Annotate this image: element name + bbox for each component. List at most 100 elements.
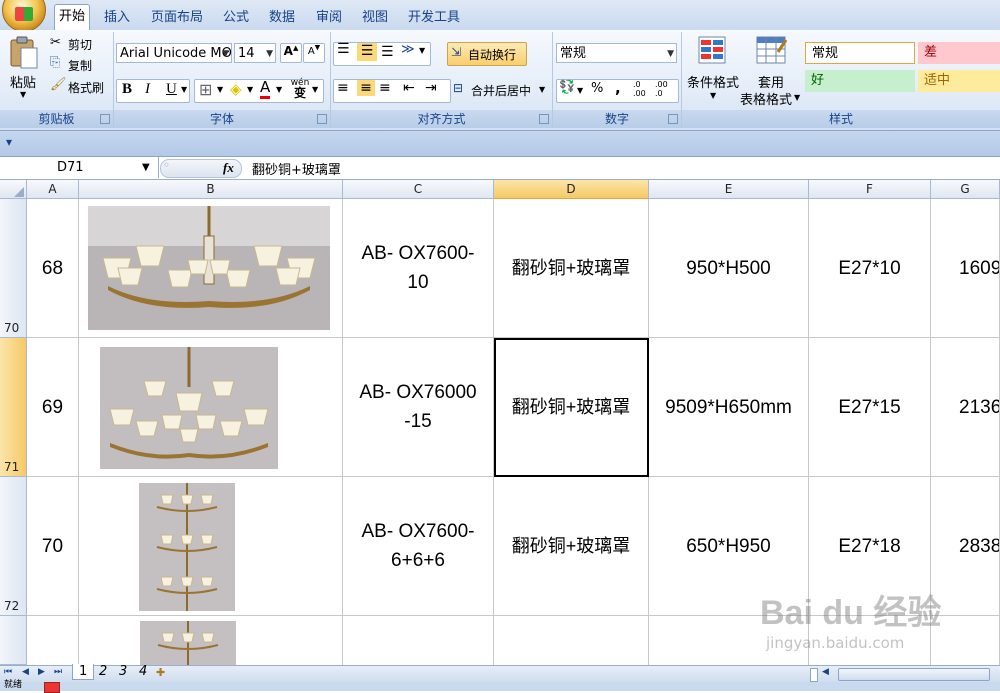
column-header-g[interactable]: G: [931, 180, 1000, 199]
comma-button[interactable]: ,: [615, 79, 621, 97]
cell-e70[interactable]: 950*H500: [649, 199, 809, 338]
tab-formulas[interactable]: 公式: [219, 6, 253, 30]
cell-b72[interactable]: [79, 477, 343, 616]
style-normal[interactable]: 常规: [805, 42, 915, 64]
cell-g70[interactable]: 1609: [931, 199, 1000, 338]
tab-home[interactable]: 开始: [54, 4, 91, 32]
office-button[interactable]: [2, 0, 46, 32]
currency-icon[interactable]: 💱: [559, 80, 575, 95]
number-format-select[interactable]: 常规 ▼: [556, 43, 677, 63]
cell-b73[interactable]: [79, 616, 343, 665]
prev-sheet-icon[interactable]: ◀: [22, 667, 29, 677]
orientation-icon[interactable]: ≫: [401, 42, 415, 57]
decrease-decimal-button[interactable]: .00 .0: [655, 80, 675, 98]
align-center-icon[interactable]: ≡: [357, 80, 375, 96]
font-name-select[interactable]: Arial Unicode MΘ ▼: [116, 43, 232, 63]
row-header-72[interactable]: 72: [0, 477, 27, 616]
first-sheet-icon[interactable]: ⏮: [4, 667, 12, 677]
insert-function-icon[interactable]: fx: [223, 160, 234, 176]
cell-a73[interactable]: [27, 616, 79, 665]
font-size-select[interactable]: 14 ▼: [234, 43, 276, 63]
conditional-format-button[interactable]: 条件格式 ▼: [684, 34, 742, 104]
number-launcher-icon[interactable]: [668, 114, 678, 124]
cell-a71[interactable]: 69: [27, 338, 79, 477]
cell-d70[interactable]: 翻砂铜+玻璃罩: [494, 199, 649, 338]
wrap-text-button[interactable]: ⇲ 自动换行: [447, 42, 527, 66]
sheet-tab-3[interactable]: 3: [114, 664, 132, 679]
copy-button[interactable]: ⎘ 复制: [50, 55, 106, 74]
alignment-launcher-icon[interactable]: [539, 114, 549, 124]
cell-a70[interactable]: 68: [27, 199, 79, 338]
row-header-70[interactable]: 70: [0, 199, 27, 338]
cell-c71[interactable]: AB- OX76000 -15: [343, 338, 494, 477]
underline-button[interactable]: U: [166, 81, 177, 98]
cell-b71[interactable]: [79, 338, 343, 477]
font-launcher-icon[interactable]: [317, 114, 327, 124]
merge-center-button[interactable]: ⊟ 合并后居中 ▼: [451, 79, 547, 101]
row-header-73[interactable]: [0, 616, 27, 665]
cell-g73[interactable]: [931, 616, 1000, 665]
insert-sheet-icon[interactable]: ✚: [156, 666, 165, 679]
sheet-tab-4[interactable]: 4: [134, 664, 152, 679]
font-color-button[interactable]: A: [260, 79, 271, 99]
cell-c72[interactable]: AB- OX7600- 6+6+6: [343, 477, 494, 616]
percent-button[interactable]: %: [591, 81, 603, 96]
align-middle-icon[interactable]: ☰: [357, 43, 377, 61]
align-left-icon[interactable]: ≡: [337, 80, 349, 96]
column-header-b[interactable]: B: [79, 180, 343, 199]
column-header-a[interactable]: A: [27, 180, 79, 199]
tab-view[interactable]: 视图: [358, 6, 392, 30]
cell-d71-active[interactable]: 翻砂铜+玻璃罩: [494, 338, 649, 477]
row-header-71[interactable]: 71: [0, 338, 27, 477]
formula-input[interactable]: 翻砂铜+玻璃罩: [252, 159, 341, 178]
cell-f70[interactable]: E27*10: [809, 199, 931, 338]
cell-e71[interactable]: 9509*H650mm: [649, 338, 809, 477]
grow-font-button[interactable]: A▲: [280, 43, 302, 63]
cell-c73[interactable]: [343, 616, 494, 665]
column-header-d[interactable]: D: [494, 180, 649, 199]
cell-g71[interactable]: 2136: [931, 338, 1000, 477]
cell-c70[interactable]: AB- OX7600- 10: [343, 199, 494, 338]
cell-d73[interactable]: [494, 616, 649, 665]
sheet-tab-1[interactable]: 1: [72, 664, 95, 680]
cell-f71[interactable]: E27*15: [809, 338, 931, 477]
cell-a72[interactable]: 70: [27, 477, 79, 616]
expand-icon[interactable]: ◦: [163, 158, 170, 172]
increase-indent-icon[interactable]: ⇥: [425, 80, 437, 96]
phonetic-guide-button[interactable]: wén 变: [289, 78, 311, 100]
increase-decimal-button[interactable]: .0 .00: [633, 80, 653, 98]
italic-button[interactable]: I: [145, 81, 150, 98]
cell-d72[interactable]: 翻砂铜+玻璃罩: [494, 477, 649, 616]
fill-color-button[interactable]: ◈: [230, 80, 242, 98]
select-all-corner[interactable]: [0, 180, 27, 199]
decrease-indent-icon[interactable]: ⇤: [403, 80, 415, 96]
tab-review[interactable]: 审阅: [312, 6, 346, 30]
last-sheet-icon[interactable]: ⏭: [54, 667, 62, 677]
clipboard-launcher-icon[interactable]: [100, 114, 110, 124]
bold-button[interactable]: B: [122, 81, 132, 98]
macro-record-icon[interactable]: [44, 682, 60, 693]
name-box[interactable]: D71 ▼: [0, 157, 159, 178]
tab-page-layout[interactable]: 页面布局: [147, 6, 207, 30]
align-top-icon[interactable]: ☰: [337, 41, 350, 57]
cell-b70[interactable]: [79, 199, 343, 338]
shrink-font-button[interactable]: A▼: [303, 43, 325, 63]
align-right-icon[interactable]: ≡: [379, 80, 391, 96]
customize-toolbar-icon[interactable]: ▾: [6, 135, 12, 149]
scroll-left-icon[interactable]: ◀: [822, 667, 829, 677]
cut-button[interactable]: ✂ 剪切: [50, 35, 106, 53]
horizontal-scrollbar-thumb[interactable]: [838, 668, 990, 681]
style-neutral[interactable]: 适中: [918, 70, 1000, 92]
scroll-split-handle[interactable]: [810, 668, 818, 682]
sheet-tab-2[interactable]: 2: [94, 664, 112, 679]
tab-developer[interactable]: 开发工具: [404, 6, 464, 30]
style-bad[interactable]: 差: [918, 42, 1000, 64]
cell-g72[interactable]: 2838: [931, 477, 1000, 616]
column-header-f[interactable]: F: [809, 180, 931, 199]
align-bottom-icon[interactable]: ☰: [381, 44, 394, 60]
column-header-c[interactable]: C: [343, 180, 494, 199]
next-sheet-icon[interactable]: ▶: [38, 667, 45, 677]
style-good[interactable]: 好: [805, 70, 915, 92]
border-button[interactable]: ⊞: [199, 80, 212, 99]
column-header-e[interactable]: E: [649, 180, 809, 199]
